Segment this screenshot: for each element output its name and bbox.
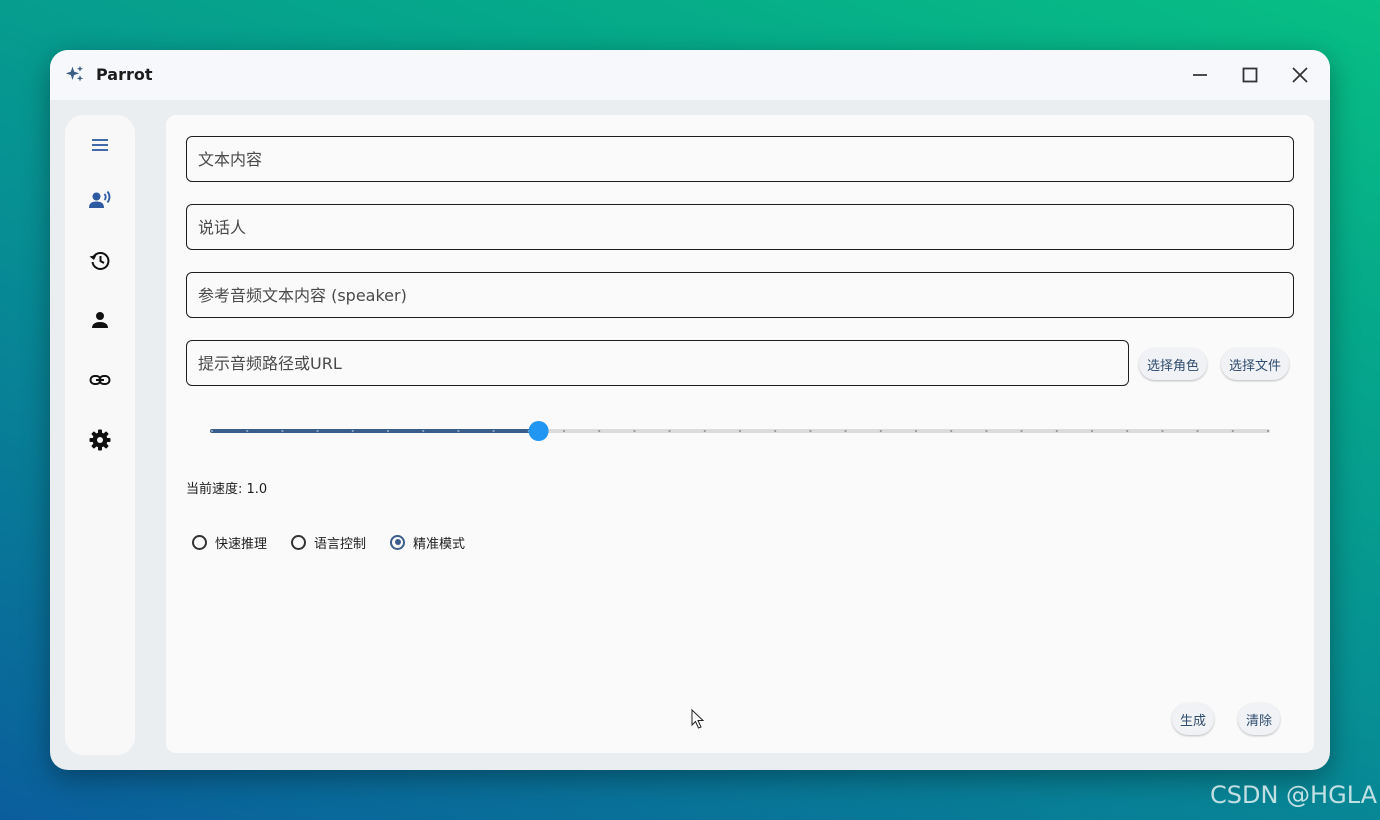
- maximize-icon[interactable]: [1239, 64, 1261, 86]
- slider-tick: [844, 429, 847, 433]
- slider-tick: [879, 429, 882, 433]
- slider-tick: [246, 429, 249, 433]
- radio-precise-mode[interactable]: 精准模式: [390, 532, 465, 552]
- slider-tick: [316, 429, 319, 433]
- slider-tick: [598, 429, 601, 433]
- slider-tick: [386, 429, 390, 433]
- slider-tick: [1231, 429, 1234, 433]
- menu-icon[interactable]: [88, 133, 112, 157]
- slider-tick: [1266, 429, 1270, 433]
- radio-label: 快速推理: [215, 536, 268, 552]
- slider-tick: [950, 429, 953, 433]
- main-panel: 选择角色 选择文件 当前速度: 1.0 快速推理 语言控制 精准模式 生成 清: [166, 115, 1314, 753]
- radio-circle-icon: [291, 534, 306, 550]
- slider-tick: [562, 429, 566, 433]
- navigation-rail: [65, 115, 135, 755]
- slider-tick: [809, 429, 812, 433]
- generate-button[interactable]: 生成: [1172, 703, 1215, 735]
- current-speed-label: 当前速度: 1.0: [186, 482, 268, 497]
- minimize-icon[interactable]: [1189, 64, 1211, 86]
- title-bar: Parrot: [50, 50, 1330, 100]
- sparkle-icon: [65, 65, 84, 82]
- clear-button[interactable]: 清除: [1238, 703, 1281, 735]
- link-icon[interactable]: [88, 368, 112, 392]
- slider-fill: [210, 429, 539, 433]
- slider-tick: [633, 429, 636, 433]
- slider-tick: [668, 429, 671, 433]
- person-icon[interactable]: [88, 308, 112, 332]
- slider-tick: [738, 429, 742, 433]
- close-icon[interactable]: [1289, 64, 1311, 86]
- slider-tick: [985, 429, 988, 433]
- slider-thumb: [528, 421, 549, 441]
- radio-language-control[interactable]: 语言控制: [291, 532, 366, 552]
- slider-tick: [457, 429, 460, 433]
- gear-icon[interactable]: [88, 428, 112, 452]
- app-title: Parrot: [96, 65, 153, 84]
- radio-circle-icon: [192, 534, 207, 550]
- app-window: Parrot 文本内容 说话人 参考音频文本内容 (speaker) 提示音频路…: [50, 50, 1330, 770]
- slider-tick: [422, 429, 425, 433]
- select-role-button[interactable]: 选择角色: [1139, 348, 1208, 380]
- radio-label: 精准模式: [413, 536, 466, 552]
- slider-tick: [914, 429, 918, 433]
- radio-label: 语言控制: [314, 536, 367, 552]
- slider-tick: [1090, 429, 1094, 433]
- radio-circle-checked-icon: [390, 534, 405, 550]
- select-file-button[interactable]: 选择文件: [1221, 348, 1290, 380]
- text-content-input[interactable]: [186, 136, 1294, 182]
- mouse-cursor-icon: [691, 709, 705, 729]
- voice-speaker-icon[interactable]: [88, 188, 112, 212]
- slider-tick: [492, 429, 495, 433]
- reference-text-input[interactable]: [186, 272, 1294, 318]
- slider-tick: [703, 429, 706, 433]
- slider-tick: [1126, 429, 1129, 433]
- slider-tick: [351, 429, 354, 433]
- radio-fast-inference[interactable]: 快速推理: [192, 532, 267, 552]
- speaker-input[interactable]: [186, 204, 1294, 250]
- speed-slider[interactable]: [210, 419, 1270, 443]
- slider-tick: [774, 429, 777, 433]
- prompt-audio-input[interactable]: [186, 340, 1129, 386]
- slider-tick: [210, 429, 214, 433]
- watermark-text: CSDN @HGLA: [1210, 781, 1378, 809]
- history-icon[interactable]: [88, 248, 112, 272]
- slider-tick: [1055, 429, 1058, 433]
- slider-tick: [1196, 429, 1199, 433]
- slider-tick: [281, 429, 284, 433]
- slider-tick: [1020, 429, 1023, 433]
- slider-tick: [1161, 429, 1164, 433]
